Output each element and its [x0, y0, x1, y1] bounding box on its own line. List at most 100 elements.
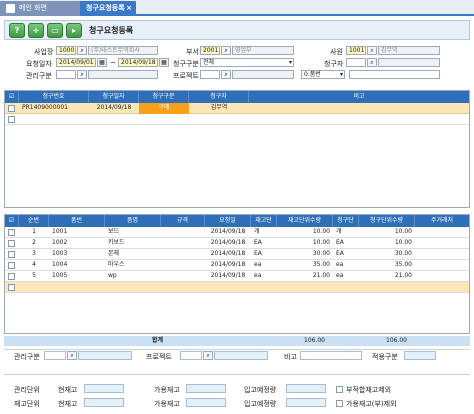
emp-code-input[interactable]: 1001 [346, 46, 366, 55]
table-row[interactable]: 1 1001 보드 2014/09/18 개 10.00 개 10.00 [5, 227, 469, 238]
sum-row: 합계 106.00 106.00 [4, 336, 470, 346]
add-button[interactable]: + [28, 23, 44, 38]
bottom-mgmt-input[interactable] [44, 351, 66, 360]
date-to-input[interactable]: 2014/09/18 [118, 58, 158, 67]
cell-claim-no: PR1409000001 [22, 104, 68, 111]
bottom-apply-field[interactable] [404, 351, 436, 360]
tab-current[interactable]: 청구요청등록 × [80, 1, 136, 16]
cell-qty: 10.00 [312, 239, 330, 246]
item-grid: ☑ 순번 품번 품명 규격 요청일 재고단 재고단위수량 청구단 청구단위수량 … [4, 214, 470, 334]
exclude-nonconform-label: 부적합재고제외 [346, 386, 392, 394]
calendar-icon[interactable]: ▦ [97, 58, 107, 67]
workplace-code-input[interactable]: 1000 [56, 46, 76, 55]
table-row[interactable]: 2 1002 키보드 2014/09/18 EA 10.00 EA 10.00 [5, 238, 469, 249]
col-stock-qty[interactable]: 재고단위수량 [277, 215, 333, 227]
col-claim-type[interactable]: 청구구분 [139, 91, 189, 103]
cell-date: 2014/09/18 [210, 261, 246, 268]
bottom-project-input[interactable] [180, 351, 202, 360]
col-stock-unit[interactable]: 재고단 [251, 215, 277, 227]
col-claim-no[interactable]: 청구번호 [19, 91, 89, 103]
cell-spec [161, 260, 205, 271]
search-area: 사업장 1000 ⌕ (주)테스트무역회사 부서 2001 ⌕ 영업부 사원 1… [4, 44, 470, 86]
claimer-search-icon[interactable]: ⌕ [367, 58, 377, 67]
col-claim-qty[interactable]: 청구단위수량 [359, 215, 415, 227]
window-button[interactable]: ▭ [47, 23, 63, 38]
dept-label: 부서 [186, 48, 199, 56]
cell-claim-type[interactable]: 구매 [139, 103, 189, 114]
col-vendor[interactable]: 주거래처 [415, 215, 469, 227]
row-checkbox[interactable] [8, 273, 15, 280]
pumbeon-select[interactable]: 0.품번 [301, 70, 345, 79]
tab-current-label: 청구요청등록 [86, 4, 125, 12]
bottom-mgmt-name [78, 351, 132, 360]
cell-claimer: 김무역 [210, 104, 228, 111]
col-item-name[interactable]: 품명 [105, 215, 161, 227]
cell-qty: 30.00 [312, 250, 330, 257]
bottom-mgmt-search-icon[interactable]: ⌕ [67, 351, 77, 360]
check-all-header[interactable]: ☑ [5, 91, 19, 103]
col-seq[interactable]: 순번 [19, 215, 49, 227]
cell-seq: 5 [32, 272, 36, 279]
table-row[interactable]: 5 1005 wp 2014/09/18 ea 21.00 ea 21.00 [5, 271, 469, 282]
divider [4, 349, 470, 350]
table-row[interactable]: 3 1003 본체 2014/09/18 EA 30.00 EA 30.00 [5, 249, 469, 260]
emp-search-icon[interactable]: ⌕ [367, 46, 377, 55]
col-claimer[interactable]: 청구자 [189, 91, 249, 103]
help-button[interactable]: ? [9, 23, 25, 38]
project-name-field [232, 70, 294, 79]
date-from-input[interactable]: 2014/09/01 [56, 58, 96, 67]
mgmt-search-icon[interactable]: ⌕ [77, 70, 87, 79]
claim-grid-header: ☑ 청구번호 청구일자 청구구분 청구자 비고 [5, 91, 469, 103]
claim-type-select[interactable]: 전체 [200, 58, 294, 67]
workplace-search-icon[interactable]: ⌕ [77, 46, 87, 55]
incoming-field [286, 384, 326, 393]
divider [4, 374, 470, 375]
cell-spec [161, 227, 205, 238]
col-claim-date[interactable]: 청구일자 [89, 91, 139, 103]
cell-cqty: 30.00 [394, 250, 412, 257]
bottom-memo-input[interactable] [300, 351, 362, 360]
claimer-input[interactable] [346, 58, 366, 67]
mgmt-input[interactable] [56, 70, 76, 79]
project-input[interactable] [200, 70, 220, 79]
dept-search-icon[interactable]: ⌕ [221, 46, 231, 55]
col-memo[interactable]: 비고 [249, 91, 469, 103]
exclude-nonconform-checkbox[interactable] [336, 386, 343, 393]
project-search-icon[interactable]: ⌕ [221, 70, 231, 79]
col-req-date[interactable]: 요청일 [205, 215, 251, 227]
run-button[interactable]: ▸ [66, 23, 82, 38]
bottom-project-label: 프로젝트 [146, 353, 172, 361]
bottom-project-search-icon[interactable]: ⌕ [203, 351, 213, 360]
bottom-project-name [214, 351, 268, 360]
row-checkbox[interactable] [8, 284, 15, 291]
row-checkbox[interactable] [8, 240, 15, 247]
row-checkbox[interactable] [8, 251, 15, 258]
row-checkbox[interactable] [8, 116, 15, 123]
exclude-avail-checkbox[interactable] [336, 400, 343, 407]
item-grid-header: ☑ 순번 품번 품명 규격 요청일 재고단 재고단위수량 청구단 청구단위수량 … [5, 215, 469, 227]
sum-claim-qty: 106.00 [386, 337, 407, 344]
date-tilde: ~ [110, 59, 116, 67]
table-row[interactable] [5, 282, 469, 293]
col-spec[interactable]: 규격 [161, 215, 205, 227]
dept-code-input[interactable]: 2001 [200, 46, 220, 55]
mgmt-name-field [88, 70, 158, 79]
pumbeon-input[interactable] [349, 70, 440, 79]
table-row[interactable] [5, 114, 469, 125]
col-item-code[interactable]: 품번 [49, 215, 105, 227]
toolbar: ? + ▭ ▸ 청구요청등록 [4, 20, 470, 40]
workplace-name-field: (주)테스트무역회사 [88, 46, 158, 55]
calendar-icon[interactable]: ▦ [159, 58, 169, 67]
table-row[interactable]: 4 1004 마우스 2014/09/18 ea 35.00 ea 35.00 [5, 260, 469, 271]
col-claim-unit[interactable]: 청구단 [333, 215, 359, 227]
close-icon[interactable]: × [126, 1, 132, 16]
tab-home[interactable]: 메인 화면 [0, 1, 80, 16]
row-checkbox[interactable] [8, 105, 15, 112]
row-checkbox[interactable] [8, 229, 15, 236]
row-checkbox[interactable] [8, 262, 15, 269]
cell-cqty: 21.00 [394, 272, 412, 279]
check-all-header[interactable]: ☑ [5, 215, 19, 227]
avail-stock-label-2: 가용재고 [154, 400, 180, 408]
table-row[interactable]: PR1409000001 2014/09/18 구매 김무역 [5, 103, 469, 114]
bottom-memo-label: 비고 [284, 353, 297, 361]
